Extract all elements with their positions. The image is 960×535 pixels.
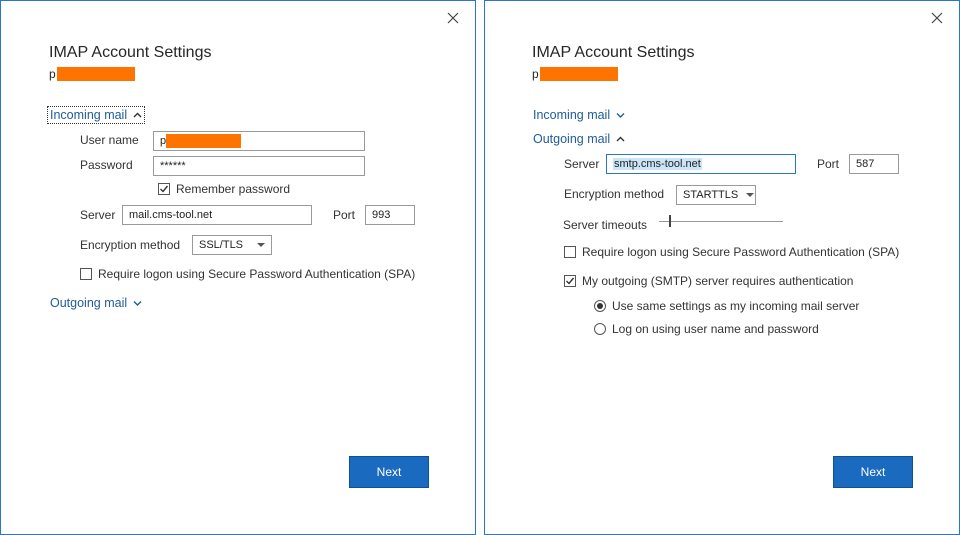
dropdown-arrow-icon bbox=[746, 193, 755, 197]
encryption-label: Encryption method bbox=[80, 238, 181, 252]
port-value: 993 bbox=[372, 209, 391, 221]
redacted-email bbox=[539, 67, 618, 81]
spa-option[interactable]: Require logon using Secure Password Auth… bbox=[80, 267, 415, 281]
smtp-auth-checkbox[interactable] bbox=[564, 275, 576, 287]
username-field[interactable]: p bbox=[153, 131, 365, 151]
server-label: Server bbox=[80, 208, 116, 222]
email-prefix: p bbox=[49, 67, 56, 81]
server-timeouts-slider[interactable] bbox=[659, 214, 783, 228]
encryption-select[interactable]: SSL/TLS bbox=[192, 235, 272, 255]
radio-logon-button[interactable] bbox=[594, 323, 606, 335]
encryption-value: STARTTLS bbox=[683, 189, 739, 201]
outgoing-mail-label: Outgoing mail bbox=[50, 296, 128, 310]
chevron-up-icon bbox=[133, 112, 142, 118]
email-prefix: p bbox=[532, 67, 539, 81]
radio-same-settings-button[interactable] bbox=[594, 300, 606, 312]
next-button[interactable]: Next bbox=[833, 456, 913, 488]
radio-logon-credentials[interactable]: Log on using user name and password bbox=[594, 322, 819, 336]
chevron-down-icon bbox=[616, 113, 625, 118]
redacted-email bbox=[56, 67, 135, 81]
smtp-port-field[interactable]: 587 bbox=[849, 154, 899, 174]
encryption-label: Encryption method bbox=[564, 187, 665, 201]
spa-checkbox[interactable] bbox=[80, 268, 92, 280]
account-email: p bbox=[49, 67, 135, 81]
spa-checkbox[interactable] bbox=[564, 246, 576, 258]
smtp-port-value: 587 bbox=[856, 158, 875, 170]
imap-settings-dialog-right: IMAP Account Settings p Incoming mail Ou… bbox=[484, 0, 960, 535]
smtp-server-field[interactable]: smtp.cms-tool.net bbox=[606, 154, 796, 174]
redacted-username bbox=[166, 134, 242, 148]
server-label: Server bbox=[564, 157, 600, 171]
smtp-auth-option[interactable]: My outgoing (SMTP) server requires authe… bbox=[564, 274, 853, 288]
imap-settings-dialog-left: IMAP Account Settings p Incoming mail Us… bbox=[0, 0, 476, 535]
account-email: p bbox=[532, 67, 618, 81]
spa-option[interactable]: Require logon using Secure Password Auth… bbox=[564, 245, 899, 259]
outgoing-mail-toggle[interactable]: Outgoing mail bbox=[531, 131, 627, 147]
outgoing-mail-toggle[interactable]: Outgoing mail bbox=[48, 295, 144, 311]
close-icon[interactable] bbox=[446, 11, 460, 25]
smtp-server-value: smtp.cms-tool.net bbox=[613, 158, 702, 170]
incoming-mail-toggle[interactable]: Incoming mail bbox=[531, 107, 627, 123]
slider-track bbox=[659, 221, 783, 222]
radio-same-settings-label: Use same settings as my incoming mail se… bbox=[612, 299, 860, 313]
incoming-mail-toggle[interactable]: Incoming mail bbox=[46, 106, 146, 124]
checkmark-icon bbox=[566, 277, 575, 285]
port-label: Port bbox=[333, 208, 356, 222]
spa-label: Require logon using Secure Password Auth… bbox=[98, 267, 416, 281]
dialog-title: IMAP Account Settings bbox=[49, 44, 212, 61]
spa-label: Require logon using Secure Password Auth… bbox=[582, 245, 900, 259]
encryption-select[interactable]: STARTTLS bbox=[676, 185, 756, 205]
dialog-title: IMAP Account Settings bbox=[532, 44, 695, 61]
server-value: mail.cms-tool.net bbox=[129, 209, 213, 221]
password-label: Password bbox=[80, 158, 133, 172]
password-field[interactable]: ****** bbox=[153, 156, 365, 176]
dropdown-arrow-icon bbox=[257, 243, 265, 247]
incoming-mail-label: Incoming mail bbox=[50, 108, 128, 122]
username-label: User name bbox=[80, 133, 139, 147]
password-value: ****** bbox=[160, 160, 186, 172]
close-icon[interactable] bbox=[930, 11, 944, 25]
slider-thumb[interactable] bbox=[668, 215, 671, 227]
server-field[interactable]: mail.cms-tool.net bbox=[122, 205, 312, 225]
remember-password-checkbox[interactable] bbox=[158, 183, 170, 195]
radio-same-settings[interactable]: Use same settings as my incoming mail se… bbox=[594, 299, 859, 313]
server-timeouts-label: Server timeouts bbox=[563, 218, 648, 232]
remember-password-label: Remember password bbox=[176, 182, 291, 196]
port-field[interactable]: 993 bbox=[365, 205, 415, 225]
encryption-value: SSL/TLS bbox=[199, 239, 244, 251]
port-label: Port bbox=[817, 157, 840, 171]
incoming-mail-label: Incoming mail bbox=[533, 108, 611, 122]
next-button[interactable]: Next bbox=[349, 456, 429, 488]
chevron-down-icon bbox=[133, 301, 142, 306]
radio-logon-label: Log on using user name and password bbox=[612, 322, 819, 336]
smtp-auth-label: My outgoing (SMTP) server requires authe… bbox=[582, 274, 854, 288]
chevron-up-icon bbox=[616, 136, 625, 142]
remember-password-option[interactable]: Remember password bbox=[158, 182, 290, 196]
checkmark-icon bbox=[160, 185, 169, 193]
outgoing-mail-label: Outgoing mail bbox=[533, 132, 611, 146]
